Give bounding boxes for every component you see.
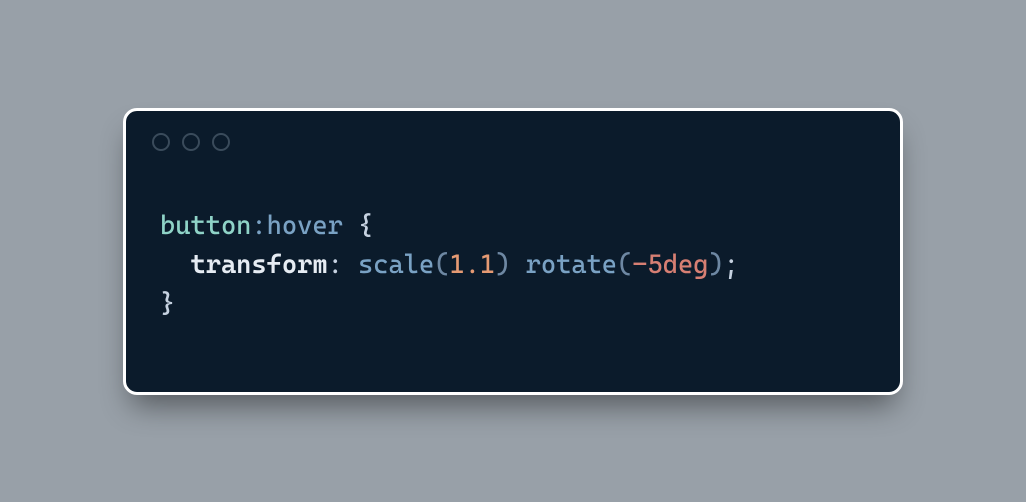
token-fn-scale: scale [358,250,434,280]
token-selector: button [160,211,251,241]
traffic-light-zoom-icon[interactable] [212,133,230,151]
token-open-brace: { [343,211,373,241]
token-fn-rotate: rotate [526,250,617,280]
code-block: button:hover { transform: scale(1.1) rot… [126,151,900,392]
token-pseudo: :hover [251,211,342,241]
token-close-brace: } [160,289,175,319]
token-space [510,250,525,280]
code-window: button:hover { transform: scale(1.1) rot… [123,108,903,395]
window-titlebar [126,111,900,151]
traffic-light-minimize-icon[interactable] [182,133,200,151]
token-rparen-2: ) [708,250,723,280]
token-semicolon: ; [724,250,739,280]
token-rparen-1: ) [495,250,510,280]
token-arg-2: -5deg [632,250,708,280]
token-indent [160,250,190,280]
token-lparen-1: ( [434,250,449,280]
traffic-light-close-icon[interactable] [152,133,170,151]
token-colon: : [328,250,358,280]
token-property: transform [190,250,327,280]
token-arg-1: 1.1 [449,250,495,280]
token-lparen-2: ( [617,250,632,280]
